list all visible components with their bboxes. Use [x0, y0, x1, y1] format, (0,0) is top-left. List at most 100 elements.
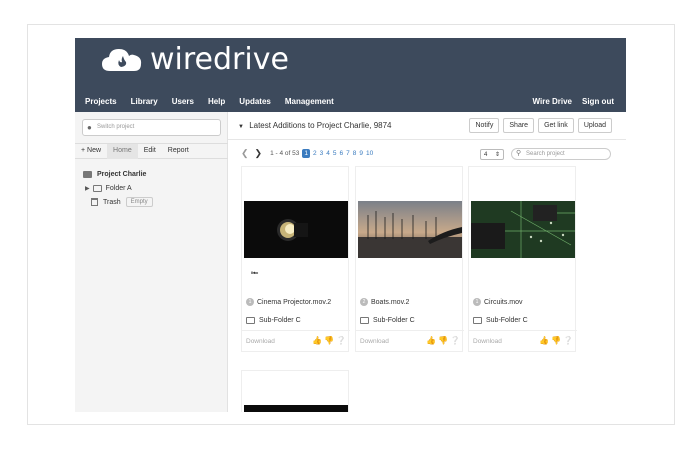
tab-new[interactable]: + New [75, 144, 107, 159]
help-icon[interactable]: ❔ [563, 336, 573, 345]
file-name[interactable]: 1 Circuits.mov [473, 298, 523, 306]
tab-edit[interactable]: Edit [138, 144, 162, 159]
thumbs-up-icon[interactable]: 👍 [312, 336, 322, 345]
tree-folder-label: Folder A [105, 184, 132, 192]
sidebar-tabs: + New Home Edit Report [75, 143, 228, 159]
toolbar-buttons: Notify Share Get link Upload [469, 118, 612, 133]
share-button[interactable]: Share [503, 118, 535, 133]
card-footer: Download 👍 👎 ❔ [242, 330, 350, 353]
card-actions: 👍 👎 ❔ [312, 336, 346, 345]
search-project-input[interactable]: ⚲ Search project [511, 148, 611, 160]
card-actions: 👍 👎 ❔ [426, 336, 460, 345]
page-3[interactable]: 3 [320, 150, 324, 157]
nav-library[interactable]: Library [131, 97, 158, 106]
nav-updates[interactable]: Updates [239, 97, 271, 106]
thumbs-down-icon[interactable]: 👎 [324, 336, 334, 345]
version-badge: 1 [473, 298, 481, 306]
tree-item-project[interactable]: Project Charlie [83, 167, 153, 181]
help-icon[interactable]: ❔ [336, 336, 346, 345]
file-folder-label: Sub-Folder C [259, 317, 301, 324]
thumbs-down-icon[interactable]: 👎 [551, 336, 561, 345]
expand-arrow-icon[interactable]: ▶ [85, 185, 90, 192]
file-folder-label: Sub-Folder C [486, 317, 528, 324]
file-name-label: Circuits.mov [484, 298, 523, 306]
thumbnail-circuits[interactable] [471, 201, 575, 258]
download-link[interactable]: Download [360, 338, 389, 345]
tab-report[interactable]: Report [162, 144, 195, 159]
file-name[interactable]: 2 Boats.mov.2 [360, 298, 409, 306]
get-link-button[interactable]: Get link [538, 118, 574, 133]
breadcrumb[interactable]: ▼ Latest Additions to Project Charlie, 9… [238, 121, 392, 130]
caret-down-icon: ▼ [238, 124, 244, 130]
thumbnail-projector[interactable] [244, 201, 348, 258]
file-card[interactable]: 2 Boats.mov.2 Sub-Folder C Download 👍 👎 … [355, 166, 464, 353]
file-folder[interactable]: Sub-Folder C [360, 317, 415, 324]
thumbs-down-icon[interactable]: 👎 [438, 336, 448, 345]
thumbnail-partial[interactable] [244, 405, 348, 412]
search-icon: ⚲ [516, 150, 522, 157]
location-pin-icon: ● [87, 123, 92, 132]
page-range: 1 - 4 of 53 [270, 150, 300, 157]
thumbs-up-icon[interactable]: 👍 [426, 336, 436, 345]
page-1[interactable]: 1 [302, 149, 310, 158]
page-2[interactable]: 2 [313, 150, 317, 157]
page-9[interactable]: 9 [359, 150, 363, 157]
nav-management[interactable]: Management [285, 97, 334, 106]
thumbnail-boats[interactable] [358, 201, 462, 258]
file-card[interactable] [241, 370, 349, 412]
thumbs-up-icon[interactable]: 👍 [539, 336, 549, 345]
briefcase-icon [83, 170, 92, 178]
card-footer: Download 👍 👎 ❔ [356, 330, 464, 353]
mouse-cursor-icon: ⭰ [251, 268, 259, 279]
version-badge: 1 [246, 298, 254, 306]
tab-home[interactable]: Home [107, 144, 138, 159]
nav-sign-out[interactable]: Sign out [582, 97, 614, 106]
switch-project-placeholder: Switch project [97, 124, 135, 130]
help-icon[interactable]: ❔ [450, 336, 460, 345]
breadcrumb-label: Latest Additions to Project Charlie, 987… [249, 121, 392, 130]
tree-item-folder[interactable]: ▶ Folder A [83, 181, 153, 195]
main-nav: Projects Library Users Help Updates Mana… [85, 97, 334, 106]
card-actions: 👍 👎 ❔ [539, 336, 573, 345]
file-card[interactable]: 1 Cinema Projector.mov.2 Sub-Folder C Do… [241, 166, 350, 353]
logo-text: wiredrive [150, 42, 289, 77]
wiredrive-app: wiredrive Projects Library Users Help Up… [75, 38, 626, 412]
next-page-icon[interactable]: ❯ [255, 148, 263, 159]
empty-trash-button[interactable]: Empty [125, 197, 153, 207]
nav-help[interactable]: Help [208, 97, 225, 106]
page-4[interactable]: 4 [326, 150, 330, 157]
page-6[interactable]: 6 [340, 150, 344, 157]
download-link[interactable]: Download [246, 338, 275, 345]
file-name-label: Boats.mov.2 [371, 298, 410, 306]
page-10[interactable]: 10 [366, 150, 373, 157]
tree-project-label: Project Charlie [97, 170, 147, 178]
nav-wire-drive[interactable]: Wire Drive [533, 97, 573, 106]
folder-icon [473, 317, 482, 324]
download-link[interactable]: Download [473, 338, 502, 345]
upload-button[interactable]: Upload [577, 118, 612, 133]
file-folder[interactable]: Sub-Folder C [246, 317, 301, 324]
pagination: ❮ ❯ 1 - 4 of 53 1 2 3 4 5 6 7 8 9 10 [241, 148, 373, 159]
file-folder[interactable]: Sub-Folder C [473, 317, 528, 324]
switch-project-input[interactable]: ● Switch project [82, 119, 221, 136]
file-name[interactable]: 1 Cinema Projector.mov.2 [246, 298, 331, 306]
page-7[interactable]: 7 [346, 150, 350, 157]
page-5[interactable]: 5 [333, 150, 337, 157]
file-card[interactable]: 1 Circuits.mov Sub-Folder C Download 👍 👎… [468, 166, 577, 353]
logo[interactable]: wiredrive [100, 42, 289, 77]
nav-users[interactable]: Users [172, 97, 194, 106]
version-badge: 2 [360, 298, 368, 306]
page-8[interactable]: 8 [353, 150, 357, 157]
nav-projects[interactable]: Projects [85, 97, 117, 106]
folder-icon [360, 317, 369, 324]
file-name-label: Cinema Projector.mov.2 [257, 298, 332, 306]
prev-page-icon[interactable]: ❮ [241, 148, 249, 159]
card-footer: Download 👍 👎 ❔ [469, 330, 577, 353]
project-tree: Project Charlie ▶ Folder A Trash Empty [83, 167, 153, 209]
sidebar: ● Switch project + New Home Edit Report … [75, 112, 228, 412]
per-page-select[interactable]: 4 ⇕ [480, 149, 505, 160]
notify-button[interactable]: Notify [469, 118, 500, 133]
tree-item-trash[interactable]: Trash Empty [83, 195, 153, 209]
folder-icon [92, 184, 102, 192]
content-toolbar: ▼ Latest Additions to Project Charlie, 9… [228, 112, 626, 140]
